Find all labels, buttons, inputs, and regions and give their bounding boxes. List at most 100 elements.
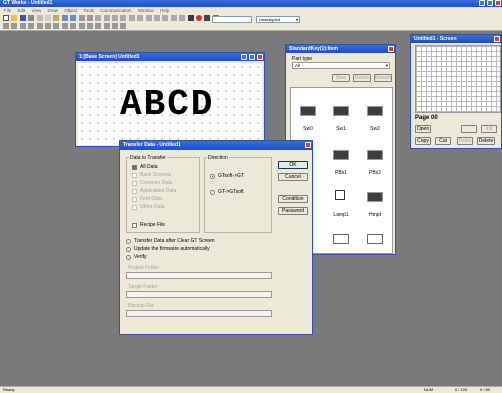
part-type-dropdown[interactable]: All ▾ (292, 62, 390, 69)
part-pbs1[interactable] (333, 150, 349, 160)
circle-tool-icon[interactable] (44, 23, 51, 29)
new-part-button[interactable]: New (332, 74, 350, 82)
monitor-icon[interactable] (204, 15, 211, 21)
line-tool-icon[interactable] (19, 23, 26, 29)
maximize-button[interactable] (487, 0, 493, 6)
cut-icon[interactable] (36, 15, 43, 21)
copy-page-button[interactable]: Copy (415, 137, 431, 145)
new-file-icon[interactable] (3, 15, 9, 21)
ok-button[interactable]: OK (278, 161, 308, 169)
image-tool-icon[interactable] (86, 23, 93, 29)
canvas-text[interactable]: ABCD (120, 85, 214, 125)
cut-page-button[interactable]: Cut (435, 137, 451, 145)
other-data-checkbox[interactable] (132, 205, 137, 210)
screen-editor-window[interactable]: 1:[Base Screen] Untitled1 ABCD (75, 52, 265, 147)
menu-file[interactable]: File (4, 8, 11, 13)
transfer-icon[interactable] (187, 15, 194, 21)
pie-tool-icon[interactable] (61, 23, 68, 29)
zoom-in-icon[interactable] (78, 15, 85, 21)
menu-help[interactable]: Help (160, 8, 169, 13)
update-firmware-checkbox[interactable] (126, 247, 131, 252)
parts-title-bar[interactable]: StandardKey(1):Item (286, 45, 395, 53)
transfer-data-dialog[interactable]: Transfer Data - Untitled1 Data to Transf… (119, 140, 313, 335)
part-hmpt[interactable] (367, 192, 383, 202)
gtsoft-to-gt-radio[interactable] (210, 174, 215, 179)
new-page-button[interactable] (461, 125, 477, 133)
clear-screen-checkbox[interactable] (126, 239, 131, 244)
menu-communication[interactable]: Communication (100, 8, 131, 13)
menu-edit[interactable]: Edit (18, 8, 26, 13)
text-a-tool-icon[interactable] (95, 23, 102, 29)
close-button[interactable] (494, 36, 500, 42)
close-button[interactable] (305, 142, 311, 148)
back-icon[interactable] (137, 15, 144, 21)
recipe-file-checkbox[interactable] (132, 223, 137, 228)
page-thumbnail-grid[interactable] (415, 45, 501, 113)
target-folder-field[interactable] (126, 291, 272, 298)
rotate-icon[interactable] (145, 15, 152, 21)
page-manager-window[interactable]: Untitled1 - Screen Page 00 Open Init Cop… (410, 34, 502, 149)
screen-canvas[interactable]: ABCD (78, 63, 262, 145)
all-data-checkbox[interactable] (132, 165, 137, 170)
init-page-button[interactable]: Init (481, 125, 497, 133)
open-folder-icon[interactable] (11, 15, 18, 21)
delete-part-button[interactable]: Delete (353, 74, 371, 82)
font-data-checkbox[interactable] (132, 197, 137, 202)
common-data-checkbox[interactable] (132, 181, 137, 186)
cancel-button[interactable]: Cancel (278, 173, 308, 181)
delete-page-button[interactable]: Delete (477, 137, 495, 145)
polyline-tool-icon[interactable] (28, 23, 35, 29)
layer-dropdown[interactable]: Unassigned ▾ (256, 16, 300, 23)
front-icon[interactable] (128, 15, 135, 21)
select-tool-icon[interactable] (3, 23, 9, 29)
app-title-bar[interactable]: GT Works - Untitled1 (0, 0, 502, 7)
dialog-title-bar[interactable]: Transfer Data - Untitled1 (120, 141, 312, 150)
flip-icon[interactable] (154, 15, 161, 21)
part-lamp1[interactable] (335, 190, 345, 200)
text-tool-icon[interactable] (11, 23, 18, 29)
pointer-icon[interactable] (179, 15, 186, 21)
save-icon[interactable] (19, 15, 26, 21)
menu-object[interactable]: Object (64, 8, 77, 13)
base-screens-checkbox[interactable] (132, 173, 137, 178)
align-icon[interactable] (103, 15, 110, 21)
paste-icon[interactable] (53, 15, 60, 21)
part-sw2[interactable] (367, 106, 383, 116)
open-page-button[interactable]: Open (415, 125, 431, 133)
undo-icon[interactable] (61, 15, 68, 21)
page-manager-title-bar[interactable]: Untitled1 - Screen (411, 35, 501, 43)
condition-button[interactable]: Condition (278, 195, 308, 203)
zoom-out-icon[interactable] (86, 15, 93, 21)
fill-tool-icon[interactable] (112, 23, 119, 29)
part-extra-2[interactable] (367, 234, 383, 244)
password-button[interactable]: Password (278, 207, 308, 215)
paint-tool-icon[interactable] (78, 23, 85, 29)
close-button[interactable] (388, 46, 394, 52)
part-pbs2[interactable] (367, 150, 383, 160)
part-extra-1[interactable] (333, 234, 349, 244)
menu-tools[interactable]: Tools (83, 8, 94, 13)
paste-page-button[interactable]: Paste (457, 137, 473, 145)
verify-checkbox[interactable] (126, 255, 131, 260)
misc-tool-icon[interactable] (120, 23, 127, 29)
project-folder-field[interactable] (126, 272, 272, 279)
menu-window[interactable]: Window (138, 8, 154, 13)
screen-editor-title-bar[interactable]: 1:[Base Screen] Untitled1 (76, 53, 264, 61)
copy-icon[interactable] (44, 15, 51, 21)
rename-part-button[interactable]: Rename (374, 74, 392, 82)
rectangle-tool-icon[interactable] (36, 23, 43, 29)
dot-tool-icon[interactable] (103, 23, 110, 29)
print-icon[interactable] (28, 15, 35, 21)
red-circle-icon[interactable] (195, 15, 202, 21)
part-sw1[interactable] (333, 106, 349, 116)
menu-view[interactable]: View (32, 8, 42, 13)
maximize-button[interactable] (249, 54, 255, 60)
group-icon[interactable] (112, 15, 119, 21)
arc-tool-icon[interactable] (53, 23, 60, 29)
help-icon[interactable] (170, 15, 177, 21)
ungroup-icon[interactable] (120, 15, 127, 21)
part-sw0[interactable] (300, 106, 316, 116)
menu-draw[interactable]: Draw (48, 8, 59, 13)
close-button[interactable] (495, 0, 501, 6)
application-data-checkbox[interactable] (132, 189, 137, 194)
